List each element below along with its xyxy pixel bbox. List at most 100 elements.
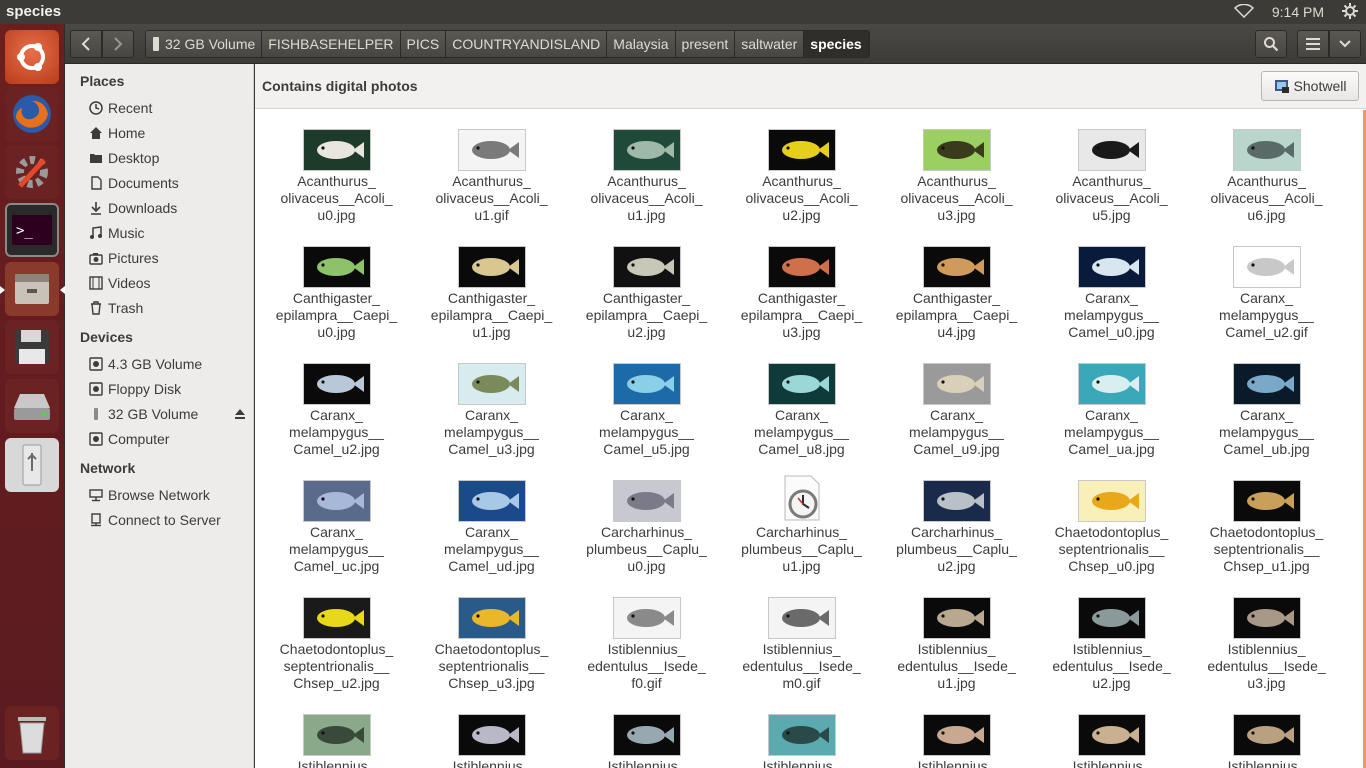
file-item[interactable]: Caranx_ melampygus__ Camel_u8.jpg — [724, 351, 879, 458]
file-item[interactable]: Carcharhinus_ plumbeus__Caplu_ u0.jpg — [569, 468, 724, 575]
sidebar-item-4gb-volume[interactable]: 4.3 GB Volume — [89, 353, 249, 375]
breadcrumb-item[interactable]: COUNTRYANDISLAND — [446, 31, 608, 57]
breadcrumb-item[interactable]: present — [675, 31, 736, 57]
hard-drive-icon[interactable] — [5, 379, 59, 433]
file-item[interactable]: Istiblennius_ edentulus__Isede — [724, 702, 879, 768]
trash-icon[interactable] — [5, 706, 59, 760]
file-item[interactable]: Canthigaster_ epilampra__Caepi_ u4.jpg — [879, 234, 1034, 341]
breadcrumb-item[interactable]: PICS — [400, 31, 447, 57]
file-item[interactable]: Caranx_ melampygus__ Camel_u2.gif — [1189, 234, 1344, 341]
file-item[interactable]: Caranx_ melampygus__ Camel_ua.jpg — [1034, 351, 1189, 458]
file-item[interactable]: Caranx_ melampygus__ Camel_u2.jpg — [259, 351, 414, 458]
thumbnail — [1189, 234, 1344, 288]
files-icon[interactable] — [0, 262, 65, 316]
floppy-disk-icon[interactable] — [5, 320, 59, 374]
ubuntu-dash-icon[interactable] — [5, 30, 59, 84]
file-item[interactable]: Caranx_ melampygus__ Camel_u9.jpg — [879, 351, 1034, 458]
file-item[interactable]: Istiblennius_ edentulus__Isede — [569, 702, 724, 768]
open-shotwell-button[interactable]: Shotwell — [1261, 71, 1359, 101]
file-item[interactable]: Istiblennius_ edentulus__Isede — [414, 702, 569, 768]
file-name: Carcharhinus_ plumbeus__Caplu_ u2.jpg — [896, 524, 1017, 574]
eject-icon[interactable] — [233, 407, 247, 421]
file-item[interactable]: Chaetodontoplus_ septentrionalis__ Chsep… — [1034, 468, 1189, 575]
sidebar-item-connect-to-server[interactable]: Connect to Server — [89, 509, 249, 531]
file-item[interactable]: Canthigaster_ epilampra__Caepi_ u3.jpg — [724, 234, 879, 341]
file-item[interactable]: Chaetodontoplus_ septentrionalis__ Chsep… — [1189, 468, 1344, 575]
file-item[interactable]: Istiblennius_ edentulus__Isede — [1034, 702, 1189, 768]
file-item[interactable]: Caranx_ melampygus__ Camel_u3.jpg — [414, 351, 569, 458]
file-name: Chaetodontoplus_ septentrionalis__ Chsep… — [1209, 524, 1324, 574]
system-settings-icon[interactable] — [5, 145, 59, 199]
file-item[interactable]: Istiblennius_ edentulus__Isede_ u2.jpg — [1034, 585, 1189, 692]
computer-icon — [89, 432, 103, 446]
file-item[interactable]: Istiblennius_ edentulus__Isede_ u1.jpg — [879, 585, 1034, 692]
file-item[interactable]: Acanthurus_ olivaceus__Acoli_ u3.jpg — [879, 117, 1034, 224]
thumbnail — [879, 117, 1034, 171]
launcher: >_ — [0, 24, 65, 768]
file-name: Caranx_ melampygus__ Camel_u3.jpg — [444, 407, 539, 457]
file-name: Acanthurus_ olivaceus__Acoli_ u1.gif — [435, 173, 548, 223]
sidebar-item-home[interactable]: Home — [89, 122, 249, 144]
sidebar-item-downloads[interactable]: Downloads — [89, 197, 249, 219]
fish-image-icon — [457, 246, 526, 288]
file-item[interactable]: Canthigaster_ epilampra__Caepi_ u0.jpg — [259, 234, 414, 341]
sidebar-item-videos[interactable]: Videos — [89, 272, 249, 294]
clock-icon — [784, 475, 819, 521]
file-item[interactable]: Chaetodontoplus_ septentrionalis__ Chsep… — [414, 585, 569, 692]
sidebar-item-computer[interactable]: Computer — [89, 428, 249, 450]
file-item[interactable]: Acanthurus_ olivaceus__Acoli_ u1.jpg — [569, 117, 724, 224]
usb-drive-icon[interactable] — [5, 438, 59, 492]
file-item[interactable]: Istiblennius_ edentulus__Isede_ u3.jpg — [1189, 585, 1344, 692]
sidebar-item-pictures[interactable]: Pictures — [89, 247, 249, 269]
file-item[interactable]: Chaetodontoplus_ septentrionalis__ Chsep… — [259, 585, 414, 692]
file-item[interactable]: Acanthurus_ olivaceus__Acoli_ u5.jpg — [1034, 117, 1189, 224]
sidebar-item-trash[interactable]: Trash — [89, 297, 249, 319]
clock-label[interactable]: 9:14 PM — [1272, 4, 1324, 20]
back-button[interactable] — [70, 30, 102, 58]
sidebar-item-browse-network[interactable]: Browse Network — [89, 484, 249, 506]
file-item[interactable]: Acanthurus_ olivaceus__Acoli_ u6.jpg — [1189, 117, 1344, 224]
sidebar-item-music[interactable]: Music — [89, 222, 249, 244]
file-item[interactable]: Caranx_ melampygus__ Camel_ub.jpg — [1189, 351, 1344, 458]
file-item[interactable]: Acanthurus_ olivaceus__Acoli_ u2.jpg — [724, 117, 879, 224]
file-item[interactable]: Istiblennius_ edentulus__Isede — [879, 702, 1034, 768]
file-item[interactable]: Caranx_ melampygus__ Camel_u5.jpg — [569, 351, 724, 458]
file-item[interactable]: Istiblennius_ edentulus__Isede — [259, 702, 414, 768]
fish-image-icon — [302, 363, 371, 405]
breadcrumb-item[interactable]: Malaysia — [607, 31, 676, 57]
forward-button[interactable] — [102, 30, 134, 58]
file-item[interactable]: Carcharhinus_ plumbeus__Caplu_ u1.jpg — [724, 468, 879, 575]
search-button[interactable] — [1255, 30, 1287, 58]
fish-image-icon — [302, 714, 371, 756]
file-item[interactable]: Istiblennius_ edentulus__Isede_ m0.gif — [724, 585, 879, 692]
file-item[interactable]: Acanthurus_ olivaceus__Acoli_ u1.gif — [414, 117, 569, 224]
file-item[interactable]: Canthigaster_ epilampra__Caepi_ u2.jpg — [569, 234, 724, 341]
file-item[interactable]: Canthigaster_ epilampra__Caepi_ u1.jpg — [414, 234, 569, 341]
sidebar-item-recent[interactable]: Recent — [89, 97, 249, 119]
gear-icon[interactable] — [1342, 2, 1358, 22]
breadcrumb-item[interactable]: FISHBASEHELPER — [262, 31, 401, 57]
firefox-icon[interactable] — [5, 87, 59, 141]
file-item[interactable]: Istiblennius_ edentulus__Isede_ f0.gif — [569, 585, 724, 692]
sidebar-item-desktop[interactable]: Desktop — [89, 147, 249, 169]
terminal-icon[interactable]: >_ — [5, 203, 59, 257]
view-list-button[interactable] — [1297, 30, 1329, 58]
fish-image-icon — [922, 714, 991, 756]
file-item[interactable]: Caranx_ melampygus__ Camel_uc.jpg — [259, 468, 414, 575]
wifi-icon[interactable] — [1233, 3, 1254, 21]
sidebar-item-32gb-volume[interactable]: 32 GB Volume — [89, 403, 249, 425]
thumbnail — [724, 234, 879, 288]
thumbnail — [414, 702, 569, 756]
file-item[interactable]: Caranx_ melampygus__ Camel_ud.jpg — [414, 468, 569, 575]
breadcrumb-item[interactable]: 32 GB Volume — [146, 31, 263, 57]
fish-image-icon — [612, 129, 681, 171]
file-item[interactable]: Caranx_ melampygus__ Camel_u0.jpg — [1034, 234, 1189, 341]
file-item[interactable]: Acanthurus_ olivaceus__Acoli_ u0.jpg — [259, 117, 414, 224]
file-item[interactable]: Carcharhinus_ plumbeus__Caplu_ u2.jpg — [879, 468, 1034, 575]
file-item[interactable]: Istiblennius_ edentulus__Isede — [1189, 702, 1344, 768]
menu-button[interactable] — [1329, 30, 1361, 58]
sidebar-item-floppy-disk[interactable]: Floppy Disk — [89, 378, 249, 400]
sidebar-item-documents[interactable]: Documents — [89, 172, 249, 194]
breadcrumb-current[interactable]: species — [804, 31, 869, 57]
breadcrumb-item[interactable]: saltwater — [735, 31, 805, 57]
